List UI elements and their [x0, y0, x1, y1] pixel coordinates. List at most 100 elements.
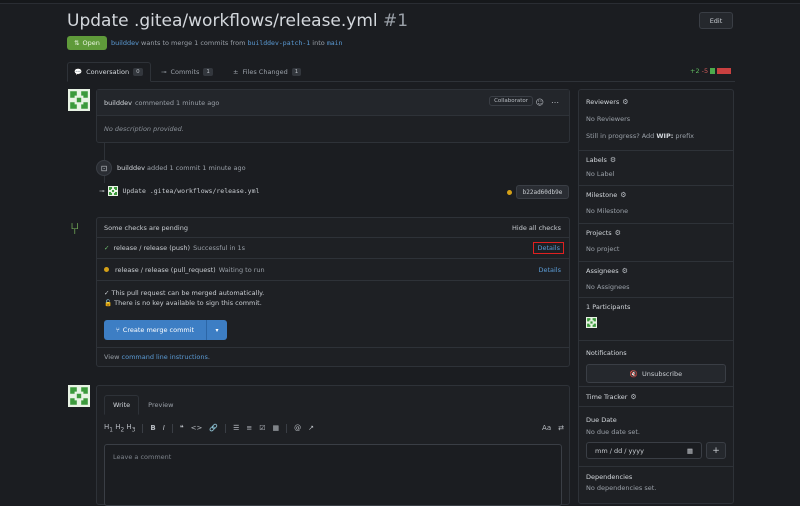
tab-preview[interactable]: Preview — [139, 395, 182, 415]
link-icon[interactable]: 🔗 — [209, 424, 218, 432]
comment-body: No description provided. — [104, 125, 184, 133]
check-details-link[interactable]: Details — [538, 266, 561, 274]
check-item: ✓ release / release (push) Successful in… — [97, 238, 569, 259]
page-title: Update .gitea/workflows/release.yml #1 — [67, 11, 409, 31]
numbered-list-icon[interactable]: ≡ — [246, 424, 252, 432]
milestone-header[interactable]: Milestone ⚙ — [586, 191, 726, 199]
quote-icon[interactable]: ❝ — [180, 424, 184, 432]
tab-commits[interactable]: ⊸ Commits 1 — [155, 62, 219, 82]
comment-author[interactable]: builddev — [104, 99, 132, 107]
commit-icon: ⊸ — [161, 68, 167, 76]
check-details-link[interactable]: Details — [533, 242, 564, 254]
repo-push-icon: ⊡ — [96, 160, 112, 176]
assignees-header[interactable]: Assignees ⚙ — [586, 267, 726, 275]
unsubscribe-button[interactable]: 🔇 Unsubscribe — [586, 364, 726, 383]
author-link[interactable]: builddev — [111, 39, 139, 47]
pull-request-icon: ⇅ — [74, 39, 80, 47]
participants-section: 1 Participants — [579, 298, 733, 341]
gear-icon[interactable]: ⚙ — [622, 267, 628, 275]
switch-editor-icon[interactable]: ⇄ — [558, 424, 564, 432]
notifications-section: Notifications 🔇 Unsubscribe — [579, 341, 733, 387]
avatar[interactable] — [586, 317, 597, 328]
unsubscribe-label: Unsubscribe — [642, 369, 683, 378]
comments-icon: 💬 — [74, 68, 83, 76]
commit-message[interactable]: Update .gitea/workflows/release.yml — [122, 187, 259, 195]
due-date-input[interactable]: mm / dd / yyyy ▦ — [586, 442, 702, 459]
status-badge: ⇅ Open — [67, 36, 107, 50]
tab-conversation[interactable]: 💬 Conversation 0 — [67, 62, 151, 82]
due-date-placeholder: mm / dd / yyyy — [595, 446, 644, 455]
gear-icon[interactable]: ⚙ — [622, 98, 628, 106]
checks-status: Some checks are pending — [104, 223, 188, 232]
into-text: into — [312, 39, 325, 47]
bold-icon[interactable]: B — [150, 424, 155, 432]
comment-textarea[interactable]: Leave a comment — [104, 444, 562, 506]
pr-tabs: 💬 Conversation 0 ⊸ Commits 1 ± Files Cha… — [67, 62, 735, 82]
hide-checks-link[interactable]: Hide all checks — [512, 224, 561, 232]
collaborator-badge: Collaborator — [489, 96, 533, 106]
calendar-icon[interactable]: ▦ — [687, 447, 693, 455]
sign-info-text: There is no key available to sign this c… — [114, 299, 262, 307]
dependencies-section: Dependencies No dependencies set. — [579, 467, 733, 505]
labels-header[interactable]: Labels ⚙ — [586, 156, 726, 164]
create-merge-commit-button[interactable]: ⑂ Create merge commit — [104, 320, 207, 340]
edit-button[interactable]: Edit — [699, 12, 733, 29]
emoji-icon[interactable]: ☺ — [536, 98, 544, 107]
labels-section: Labels ⚙ No Label — [579, 151, 733, 186]
due-date-value: No due date set. — [586, 428, 640, 436]
diff-stat: +2 -5 — [690, 67, 732, 75]
reviewers-header[interactable]: Reviewers ⚙ — [586, 98, 726, 106]
wip-hint: Still in progress? Add WIP: prefix — [586, 132, 695, 140]
projects-section: Projects ⚙ No project — [579, 224, 733, 262]
projects-header[interactable]: Projects ⚙ — [586, 229, 726, 237]
assignees-value: No Assignees — [586, 283, 630, 291]
tab-label: Conversation — [86, 68, 130, 76]
editor-tabs: Write Preview — [104, 395, 182, 415]
merge-text: wants to merge 1 commits from — [141, 39, 246, 47]
dependencies-header: Dependencies — [586, 473, 633, 481]
target-branch-link[interactable]: main — [327, 39, 343, 47]
gear-icon[interactable]: ⚙ — [615, 229, 621, 237]
gear-icon[interactable]: ⚙ — [620, 191, 626, 199]
tab-files-changed[interactable]: ± Files Changed 1 — [227, 62, 307, 82]
avatar[interactable] — [68, 89, 90, 111]
diff-icon: ± — [233, 68, 239, 76]
time-tracker-header[interactable]: Time Tracker ⚙ — [586, 393, 726, 401]
commit-sha[interactable]: b22ad60db9e — [516, 185, 569, 199]
mention-icon[interactable]: @ — [294, 424, 301, 432]
gear-icon[interactable]: ⚙ — [610, 156, 616, 164]
source-branch-link[interactable]: builddev-patch-1 — [248, 39, 311, 47]
event-author[interactable]: builddev — [117, 164, 145, 172]
task-list-icon[interactable]: ☑ — [259, 424, 265, 432]
event-meta: added 1 commit 1 minute ago — [147, 164, 246, 172]
cli-link[interactable]: command line instructions — [122, 353, 208, 361]
code-icon[interactable]: <> — [191, 424, 203, 432]
dependencies-value: No dependencies set. — [586, 484, 657, 492]
more-icon[interactable]: ⋯ — [551, 98, 559, 107]
pending-status-icon — [507, 190, 512, 195]
heading-icon[interactable]: H1 H2 H3 — [104, 423, 135, 433]
cli-instructions: View command line instructions. — [97, 347, 569, 366]
sidebar: Reviewers ⚙ No Reviewers Still in progres… — [578, 89, 734, 504]
participants-header: 1 Participants — [586, 303, 631, 311]
merge-button-label: Create merge commit — [122, 326, 195, 334]
table-icon[interactable]: ▦ — [273, 424, 280, 432]
italic-icon[interactable]: I — [163, 424, 165, 432]
checks-card: Some checks are pending Hide all checks … — [96, 217, 570, 367]
toolbar-divider — [142, 423, 144, 433]
checks-header: Some checks are pending Hide all checks — [97, 218, 569, 238]
bullet-list-icon[interactable]: ☰ — [233, 424, 239, 432]
merge-button[interactable]: ⑂ Create merge commit ▾ — [104, 320, 227, 340]
comment-editor: Write Preview H1 H2 H3 B I ❝ <> 🔗 ☰ ≡ ☑ … — [96, 385, 570, 506]
mute-icon: 🔇 — [629, 369, 638, 378]
reference-icon[interactable]: ↗ — [308, 424, 314, 432]
gear-icon[interactable]: ⚙ — [630, 393, 636, 401]
tab-write[interactable]: Write — [104, 395, 140, 415]
font-size-icon[interactable]: Aa — [542, 424, 551, 432]
add-due-date-button[interactable]: + — [706, 442, 726, 459]
merge-icon: ⑂ — [70, 219, 80, 238]
tab-count: 1 — [203, 68, 213, 76]
top-bar — [0, 0, 800, 4]
check-icon: ✓ — [104, 244, 110, 252]
chevron-down-icon[interactable]: ▾ — [207, 327, 227, 334]
